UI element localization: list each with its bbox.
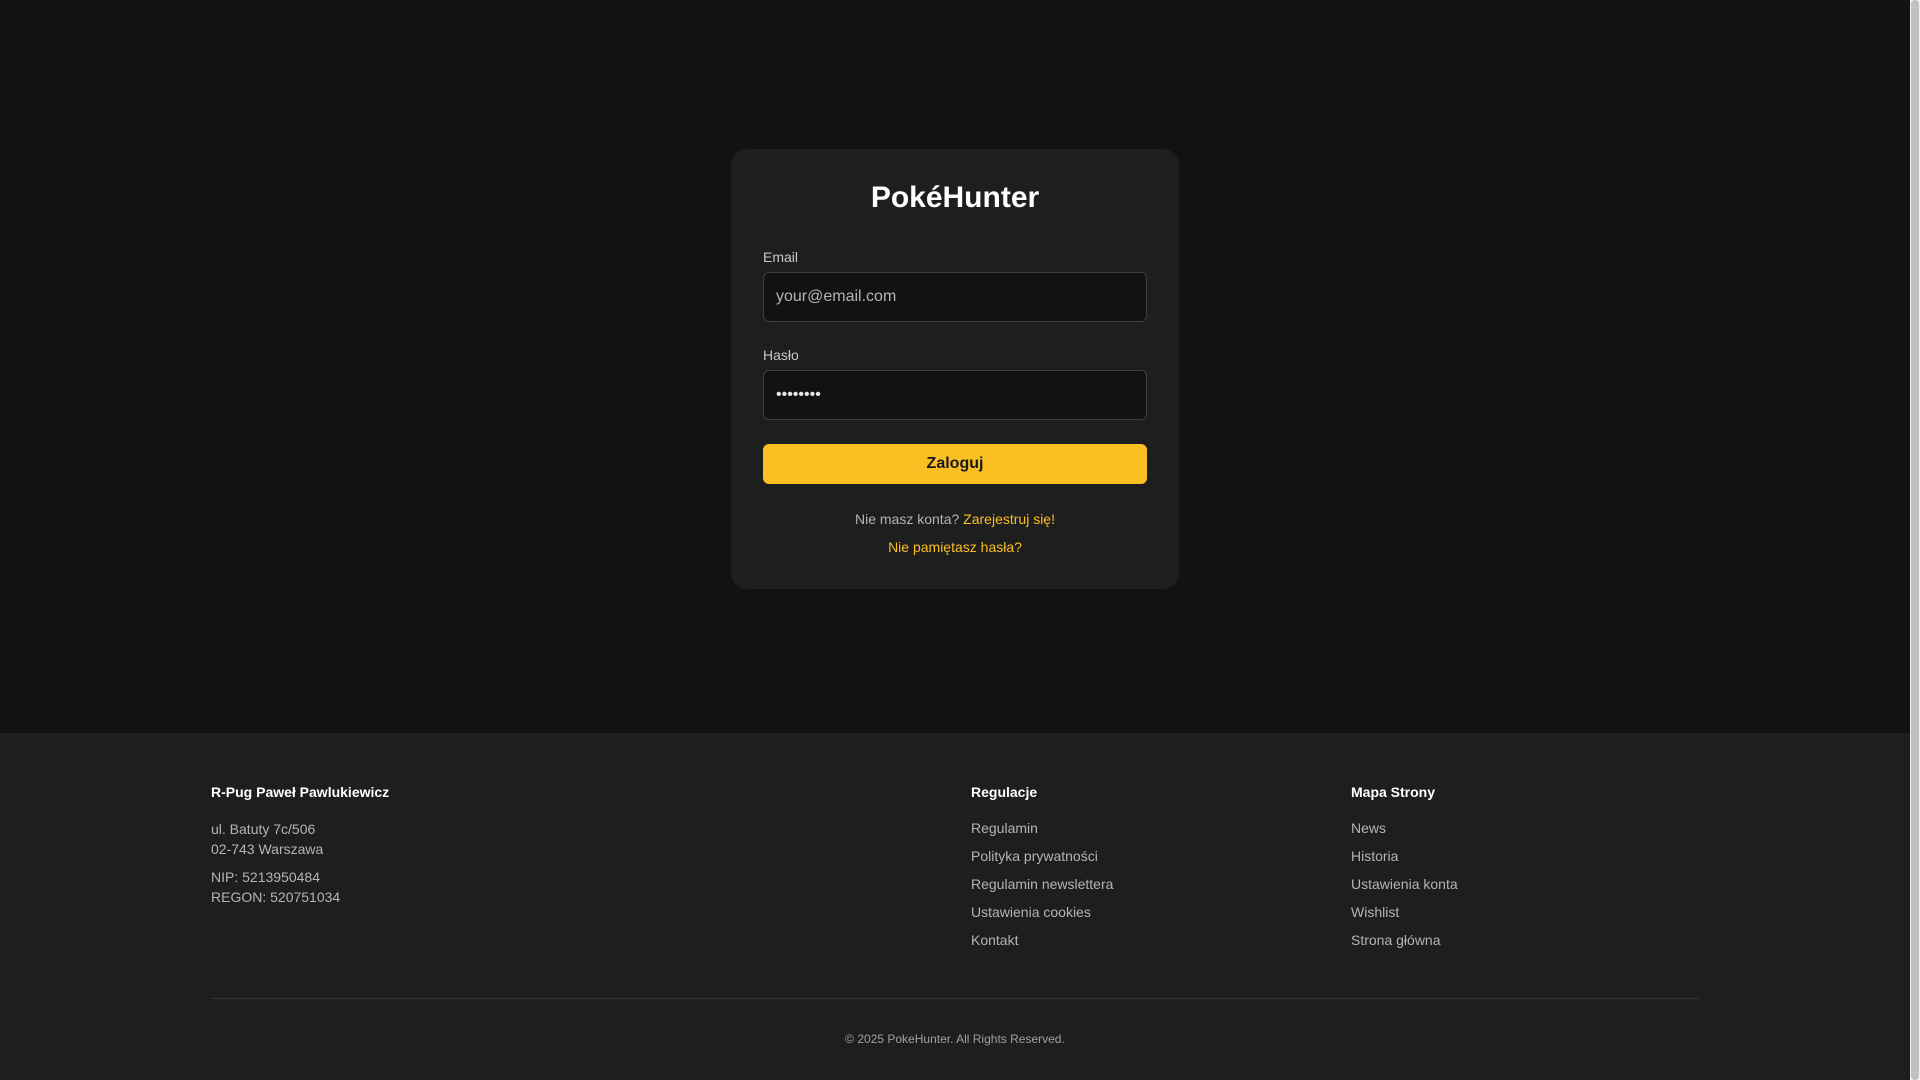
footer-link-account-settings[interactable]: Ustawienia konta [1351, 876, 1458, 892]
footer-divider [211, 998, 1699, 999]
company-street: ul. Batuty 7c/506 [211, 821, 316, 837]
list-item: Ustawienia cookies [971, 903, 1113, 931]
copyright-text: © 2025 PokeHunter. All Rights Reserved. [845, 1032, 1065, 1046]
login-button[interactable]: Zaloguj [763, 444, 1147, 484]
forgot-password-link[interactable]: Nie pamiętasz hasła? [888, 539, 1022, 555]
list-item: Strona główna [1351, 931, 1458, 959]
company-regon: REGON: 520751034 [211, 889, 341, 905]
footer-link-history[interactable]: Historia [1351, 848, 1398, 864]
sitemap-links: News Historia Ustawienia konta Wishlist … [1351, 819, 1458, 959]
email-input[interactable] [763, 272, 1147, 322]
company-nip: NIP: 5213950484 [211, 869, 320, 885]
scrollbar-thumb[interactable] [1911, 0, 1919, 1080]
footer-link-news[interactable]: News [1351, 820, 1386, 836]
footer-link-newsletter-terms[interactable]: Regulamin newslettera [971, 876, 1113, 892]
footer-company-column: R-Pug Paweł Pawlukiewicz ul. Batuty 7c/5… [211, 783, 389, 907]
scrollbar[interactable] [1910, 0, 1920, 1080]
footer-link-contact[interactable]: Kontakt [971, 932, 1018, 948]
sitemap-heading: Mapa Strony [1351, 784, 1436, 800]
login-card: PokéHunter Email Hasło Zaloguj Nie masz … [731, 149, 1179, 589]
footer-rules-column: Regulacje Regulamin Polityka prywatności… [971, 783, 1113, 959]
list-item: Kontakt [971, 931, 1113, 959]
company-city: 02-743 Warszawa [211, 841, 324, 857]
footer-link-privacy-policy[interactable]: Polityka prywatności [971, 848, 1098, 864]
footer-sitemap-column: Mapa Strony News Historia Ustawienia kon… [1351, 783, 1458, 959]
login-form: Email Hasło Zaloguj [763, 248, 1147, 484]
page: PokéHunter Email Hasło Zaloguj Nie masz … [0, 0, 1920, 1080]
rules-links: Regulamin Polityka prywatności Regulamin… [971, 819, 1113, 959]
footer-link-cookie-settings[interactable]: Ustawienia cookies [971, 904, 1091, 920]
company-address: ul. Batuty 7c/506 02-743 Warszawa [211, 819, 389, 859]
no-account-text: Nie masz konta? [855, 511, 960, 527]
forgot-password-row: Nie pamiętasz hasła? [763, 538, 1147, 556]
list-item: Ustawienia konta [1351, 875, 1458, 903]
list-item: Historia [1351, 847, 1458, 875]
app-title: PokéHunter [870, 181, 1040, 214]
footer: R-Pug Paweł Pawlukiewicz ul. Batuty 7c/5… [0, 733, 1910, 1080]
main-content: PokéHunter Email Hasło Zaloguj Nie masz … [0, 0, 1910, 733]
list-item: News [1351, 819, 1458, 847]
list-item: Regulamin newslettera [971, 875, 1113, 903]
password-label: Hasło [763, 347, 799, 363]
register-prompt: Nie masz konta? Zarejestruj się! [763, 510, 1147, 528]
rules-heading: Regulacje [971, 784, 1038, 800]
footer-link-regulamin[interactable]: Regulamin [971, 820, 1038, 836]
footer-link-wishlist[interactable]: Wishlist [1351, 904, 1399, 920]
footer-inner: R-Pug Paweł Pawlukiewicz ul. Batuty 7c/5… [211, 733, 1699, 1080]
company-name: R-Pug Paweł Pawlukiewicz [211, 784, 390, 800]
email-label: Email [763, 249, 799, 265]
list-item: Regulamin [971, 819, 1113, 847]
company-registration: NIP: 5213950484 REGON: 520751034 [211, 867, 389, 907]
list-item: Wishlist [1351, 903, 1458, 931]
footer-link-home[interactable]: Strona główna [1351, 932, 1441, 948]
register-link[interactable]: Zarejestruj się! [963, 511, 1055, 527]
list-item: Polityka prywatności [971, 847, 1113, 875]
password-input[interactable] [763, 370, 1147, 420]
